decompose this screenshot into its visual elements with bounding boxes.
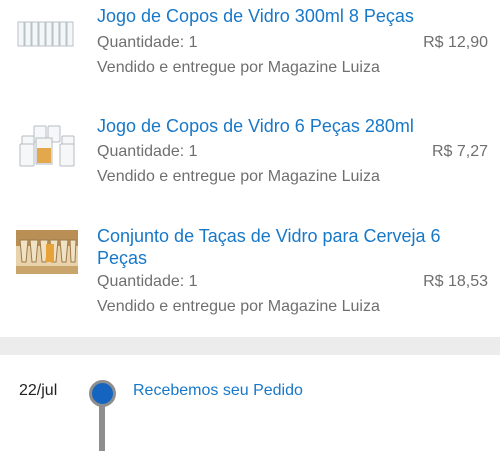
seller-text: Vendido e entregue por Magazine Luiza [97,168,380,185]
timeline-date: 22/jul [19,382,58,399]
section-divider [0,337,500,355]
price-text: R$ 7,27 [431,143,488,160]
product-title-link[interactable]: Conjunto de Taças de Vidro para Cerveja … [97,225,487,269]
timeline-connector [99,401,105,451]
quantity-text: Quantidade: 1 [97,273,198,290]
glass-set-8-icon[interactable] [16,16,78,50]
product-title-link[interactable]: Jogo de Copos de Vidro 300ml 8 Peças [97,5,487,27]
quantity-text: Quantidade: 1 [97,143,198,160]
seller-text: Vendido e entregue por Magazine Luiza [97,59,380,76]
timeline-status-label: Recebemos seu Pedido [133,382,303,399]
price-text: R$ 12,90 [423,34,488,51]
order-status-timeline: 22/jul Recebemos seu Pedido [0,355,500,451]
product-title-link[interactable]: Jogo de Copos de Vidro 6 Peças 280ml [97,115,487,137]
price-text: R$ 18,53 [423,273,488,290]
order-items-list: Jogo de Copos de Vidro 300ml 8 Peças Qua… [0,0,500,337]
seller-text: Vendido e entregue por Magazine Luiza [97,298,380,315]
timeline-status-dot-icon [89,380,116,407]
quantity-text: Quantidade: 1 [97,34,198,51]
beer-glasses-icon[interactable] [16,230,78,274]
glass-set-6-icon[interactable] [16,124,78,168]
